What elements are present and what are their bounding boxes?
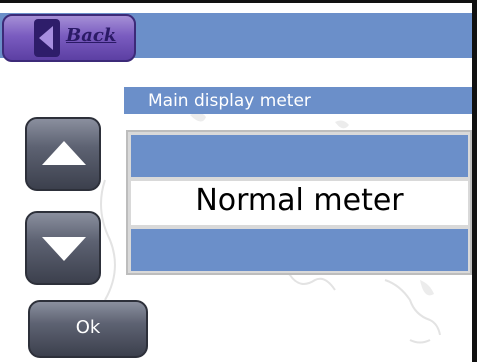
list-item-next[interactable]: [131, 229, 468, 271]
option-list: Normal meter: [126, 130, 472, 275]
section-header: Main display meter: [124, 87, 472, 114]
list-item-previous[interactable]: [131, 135, 468, 177]
back-arrow-icon: [34, 19, 60, 57]
back-button-label: Back: [66, 25, 117, 46]
scroll-down-button[interactable]: [25, 211, 101, 285]
screen: Back Main display meter Normal meter Ok: [0, 0, 477, 362]
top-frame-edge: [0, 0, 477, 3]
back-button[interactable]: Back: [2, 14, 136, 62]
ok-button-label: Ok: [75, 317, 101, 338]
ok-button[interactable]: Ok: [28, 300, 148, 358]
section-title: Main display meter: [148, 91, 311, 111]
down-arrow-icon: [42, 237, 86, 261]
list-item-selected-label: Normal meter: [195, 183, 404, 218]
scroll-up-button[interactable]: [25, 117, 101, 191]
list-item-selected[interactable]: Normal meter: [131, 181, 468, 225]
right-frame-edge: [472, 0, 477, 362]
up-arrow-icon: [42, 141, 86, 165]
